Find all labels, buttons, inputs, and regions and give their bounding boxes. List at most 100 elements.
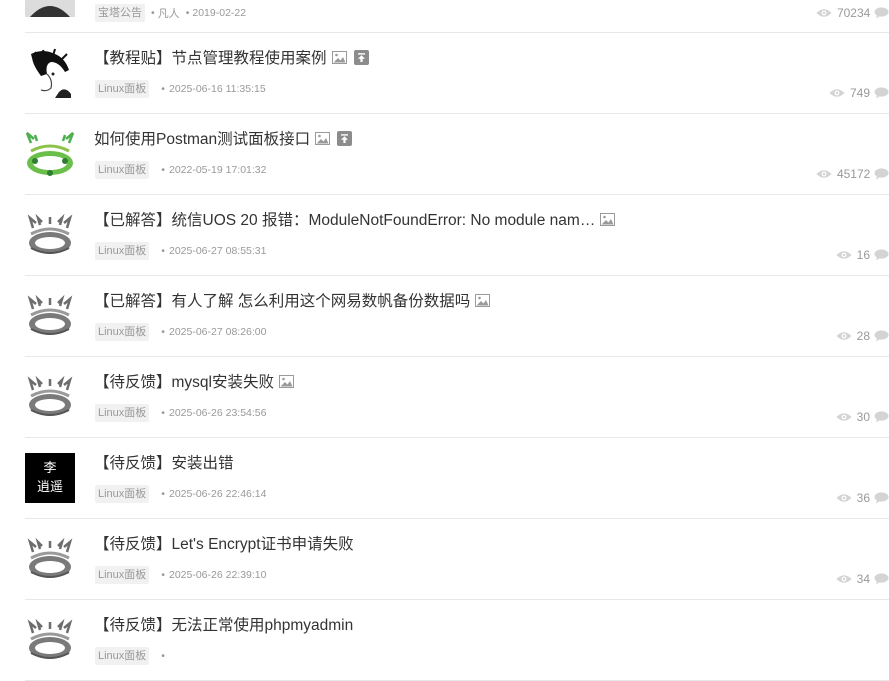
post-meta: 宝塔公告 • 凡人 • 2019-02-22	[95, 4, 246, 22]
post-title[interactable]: 【已解答】统信UOS 20 报错：ModuleNotFoundError: No…	[94, 208, 616, 230]
image-icon	[331, 50, 347, 65]
category-tag[interactable]: Linux面板	[95, 242, 150, 260]
pin-top-icon	[353, 49, 369, 65]
post-list: 宝塔公告•凡人•2019-02-22702344【教程贴】节点管理教程使用案例L…	[0, 0, 889, 681]
avatar[interactable]: 李逍遥	[25, 453, 75, 503]
separator-dot: •	[161, 83, 165, 95]
comment-icon	[874, 7, 889, 19]
comment-icon	[874, 249, 889, 261]
comment-icon	[874, 573, 889, 585]
view-count: 16	[856, 248, 870, 262]
post-meta: Linux面板 • 2025-06-26 23:54:56	[95, 404, 266, 422]
post-title-text[interactable]: 【待反馈】安装出错	[94, 451, 234, 473]
post-meta: Linux面板 • 2022-05-19 17:01:32	[95, 161, 266, 179]
post-title-text[interactable]: 【已解答】有人了解 怎么利用这个网易数帆备份数据吗	[94, 289, 470, 311]
view-count: 30	[856, 410, 870, 424]
post-meta: Linux面板 • 2025-06-16 11:35:15	[95, 80, 266, 98]
comment-icon	[874, 411, 889, 423]
avatar[interactable]	[25, 48, 75, 98]
post-date: 2025-06-26 23:54:56	[168, 407, 267, 419]
category-tag[interactable]: Linux面板	[95, 161, 150, 179]
post-title-text[interactable]: 【待反馈】Let's Encrypt证书申请失败	[94, 532, 354, 554]
post-date: 2025-06-27 08:26:00	[168, 326, 267, 338]
avatar[interactable]	[25, 291, 75, 341]
post-date: 2025-06-26 22:39:10	[168, 569, 267, 581]
comment-icon	[874, 168, 889, 180]
post-title[interactable]: 【待反馈】安装出错	[94, 451, 234, 473]
post-row[interactable]: 如何使用Postman测试面板接口 Linux面板 • 2022-05-19 17:0…	[25, 114, 889, 195]
image-icon	[475, 293, 491, 308]
avatar[interactable]	[25, 210, 75, 260]
post-date: 2025-06-16 11:35:15	[168, 83, 266, 95]
avatar[interactable]	[25, 372, 75, 422]
author-name[interactable]: 凡人	[158, 5, 180, 21]
view-count: 36	[856, 491, 870, 505]
post-title[interactable]: 如何使用Postman测试面板接口	[94, 127, 353, 149]
eye-icon	[836, 574, 852, 584]
post-stats: 28	[836, 329, 889, 343]
post-stats: 702344	[816, 6, 889, 20]
post-stats: 36	[836, 491, 889, 505]
image-icon	[600, 212, 616, 227]
pin-top-icon	[337, 130, 353, 146]
post-title[interactable]: 【待反馈】无法正常使用phpmyadmin	[94, 613, 353, 635]
category-tag[interactable]: Linux面板	[95, 647, 150, 665]
category-tag[interactable]: Linux面板	[95, 566, 150, 584]
post-stats: 30	[836, 410, 889, 424]
eye-icon	[836, 412, 852, 422]
category-tag[interactable]: Linux面板	[95, 404, 150, 422]
comment-icon	[874, 330, 889, 342]
avatar-text: 逍遥	[37, 480, 63, 495]
category-tag[interactable]: Linux面板	[95, 485, 150, 503]
view-count: 749	[849, 86, 870, 100]
post-stats: 451722	[816, 167, 889, 181]
view-count: 28	[856, 329, 870, 343]
post-title[interactable]: 【已解答】有人了解 怎么利用这个网易数帆备份数据吗	[94, 289, 491, 311]
separator-dot: •	[161, 488, 165, 500]
post-title-text[interactable]: 【教程贴】节点管理教程使用案例	[94, 46, 327, 68]
avatar[interactable]	[25, 129, 75, 179]
post-stats: 34	[836, 572, 889, 586]
separator-dot: •	[161, 164, 165, 176]
separator-dot: •	[161, 407, 165, 419]
comment-icon	[874, 492, 889, 504]
post-row[interactable]: 【已解答】统信UOS 20 报错：ModuleNotFoundError: No…	[25, 195, 889, 276]
post-title[interactable]: 【待反馈】Let's Encrypt证书申请失败	[94, 532, 354, 554]
post-meta: Linux面板 • 2025-06-26 22:39:10	[95, 566, 266, 584]
post-date: 2019-02-22	[192, 7, 247, 19]
post-title-text[interactable]: 【待反馈】无法正常使用phpmyadmin	[94, 613, 353, 635]
post-title-text[interactable]: 如何使用Postman测试面板接口	[94, 127, 310, 149]
image-icon	[315, 131, 331, 146]
post-row[interactable]: 李逍遥 【待反馈】安装出错 Linux面板 • 2025-06-26 22:46:14 3…	[25, 438, 889, 519]
category-tag[interactable]: Linux面板	[95, 80, 150, 98]
post-title[interactable]: 【教程贴】节点管理教程使用案例	[94, 46, 369, 68]
avatar-text: 李	[43, 461, 56, 476]
post-title-text[interactable]: 【待反馈】mysql安装失败	[94, 370, 274, 392]
separator-dot: •	[151, 7, 155, 19]
post-stats: 749	[829, 86, 889, 100]
separator-dot: •	[161, 569, 165, 581]
post-row[interactable]: 【待反馈】mysql安装失败 Linux面板 • 2025-06-26 23:54:5…	[25, 357, 889, 438]
avatar[interactable]	[25, 534, 75, 584]
view-count: 70234	[836, 6, 871, 20]
post-row[interactable]: 【教程贴】节点管理教程使用案例 Linux面板 • 2025-06-16 11:35:…	[25, 33, 889, 114]
post-row[interactable]: 【已解答】有人了解 怎么利用这个网易数帆备份数据吗 Linux面板 • 2025-06…	[25, 276, 889, 357]
separator-dot: •	[161, 245, 165, 257]
post-row[interactable]: 【待反馈】Let's Encrypt证书申请失败 Linux面板 • 2025-06-…	[25, 519, 889, 600]
post-title[interactable]: 【待反馈】mysql安装失败	[94, 370, 294, 392]
avatar[interactable]	[25, 0, 75, 17]
post-meta: Linux面板 •	[95, 647, 169, 665]
post-meta: Linux面板 • 2025-06-27 08:26:00	[95, 323, 266, 341]
avatar[interactable]	[25, 615, 75, 665]
post-date: 2025-06-26 22:46:14	[168, 488, 267, 500]
post-title-text[interactable]: 【已解答】统信UOS 20 报错：ModuleNotFoundError: No…	[94, 208, 595, 230]
category-tag[interactable]: Linux面板	[95, 323, 150, 341]
separator-dot: •	[161, 326, 165, 338]
view-count: 45172	[836, 167, 871, 181]
post-date: 2025-06-27 08:55:31	[168, 245, 267, 257]
eye-icon	[836, 331, 852, 341]
category-tag[interactable]: 宝塔公告	[95, 4, 145, 22]
post-row[interactable]: 宝塔公告•凡人•2019-02-22702344	[25, 0, 889, 33]
view-count: 34	[856, 572, 870, 586]
post-stats: 16	[836, 248, 889, 262]
